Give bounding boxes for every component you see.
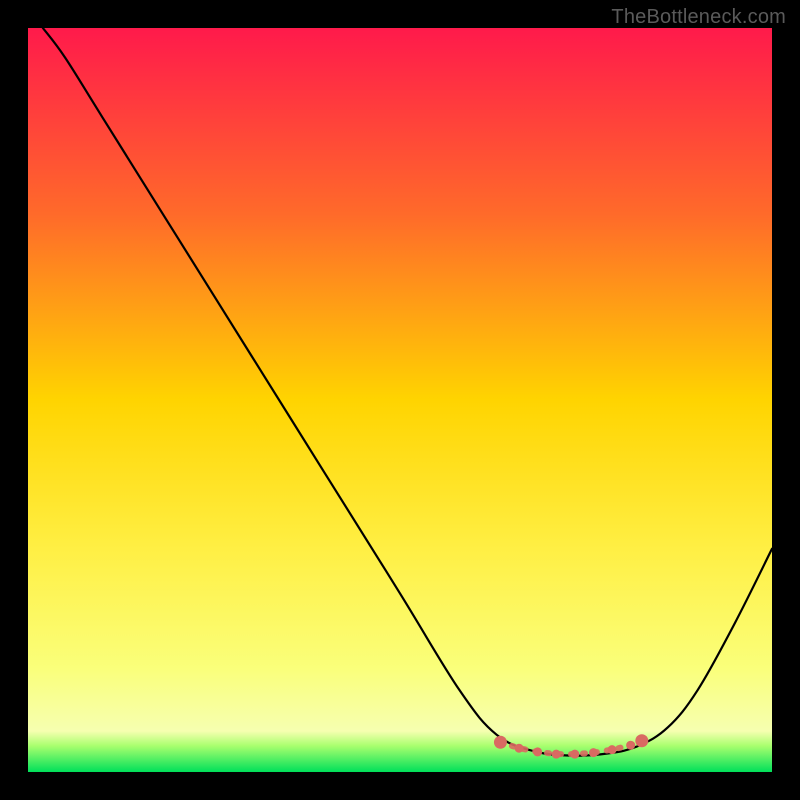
marker-dot — [570, 750, 579, 759]
marker-dot — [635, 734, 648, 747]
marker-dot — [515, 744, 524, 753]
plot-area — [28, 28, 772, 772]
marker-dot — [494, 736, 507, 749]
watermark-text: TheBottleneck.com — [611, 6, 786, 29]
marker-dot — [608, 745, 617, 754]
chart-frame: TheBottleneck.com — [0, 0, 800, 800]
marker-dot — [589, 748, 598, 757]
marker-dot — [552, 750, 561, 759]
chart-background — [28, 28, 772, 772]
chart-svg — [28, 28, 772, 772]
marker-dot — [626, 741, 635, 750]
marker-dot — [533, 747, 542, 756]
